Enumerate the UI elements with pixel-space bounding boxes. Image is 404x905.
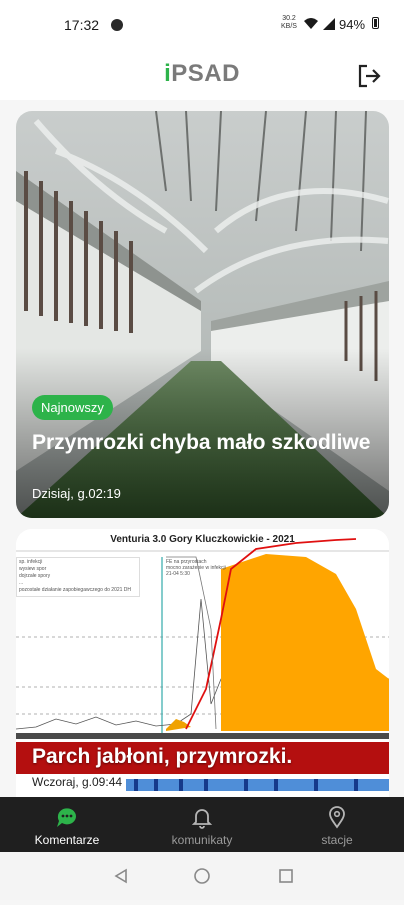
news-card[interactable]: Venturia 3.0 Gory Kluczkowickie - 2021 s… <box>16 529 389 797</box>
nav-label: komunikaty <box>171 833 233 847</box>
bottom-nav: Komentarze komunikaty stacje <box>0 797 404 852</box>
network-speed: 30.2 KB/S <box>281 15 297 30</box>
comment-icon <box>57 808 76 827</box>
logout-icon[interactable] <box>356 63 382 89</box>
status-time: 17:32 <box>64 17 100 33</box>
newest-badge: Najnowszy <box>32 395 113 420</box>
card-date: Wczoraj, g.09:44 <box>32 775 123 789</box>
app-header: iPSAD <box>0 52 404 100</box>
card-title: Przymrozki chyba mało szkodliwe <box>32 431 371 454</box>
wifi-signal-icon <box>304 18 335 30</box>
card-date: Dzisiaj, g.02:19 <box>32 486 121 501</box>
system-nav-buttons <box>114 868 293 884</box>
chart-annotation: FE na przyrostach mocno zarażenie w infe… <box>166 559 226 577</box>
chart-legend: sp. infekcji wysiew spor dojrzałe spory … <box>16 557 140 597</box>
recents-icon[interactable] <box>279 869 293 883</box>
notification-icon <box>111 19 123 31</box>
news-card[interactable]: Najnowszy Przymrozki chyba mało szkodliw… <box>16 111 389 518</box>
nav-label: Komentarze <box>34 833 100 847</box>
battery-percent: 94% <box>339 17 366 32</box>
chart-title: Venturia 3.0 Gory Kluczkowickie - 2021 <box>110 534 295 545</box>
battery-icon <box>372 17 379 29</box>
back-icon[interactable] <box>114 868 127 884</box>
card-title: Parch jabłoni, przymrozki. <box>32 745 293 768</box>
home-icon[interactable] <box>194 868 210 884</box>
nav-item-komentarze[interactable]: Komentarze <box>0 797 134 852</box>
location-pin-icon <box>329 806 345 829</box>
nav-item-stacje[interactable]: stacje <box>270 797 404 852</box>
app-logo: iPSAD <box>164 60 240 87</box>
nav-item-komunikaty[interactable]: komunikaty <box>135 797 269 852</box>
system-nav-bar <box>0 852 404 900</box>
nav-label: stacje <box>321 833 353 847</box>
status-bar: 17:32 30.2 KB/S 94% <box>0 0 404 52</box>
bell-icon <box>191 809 213 829</box>
